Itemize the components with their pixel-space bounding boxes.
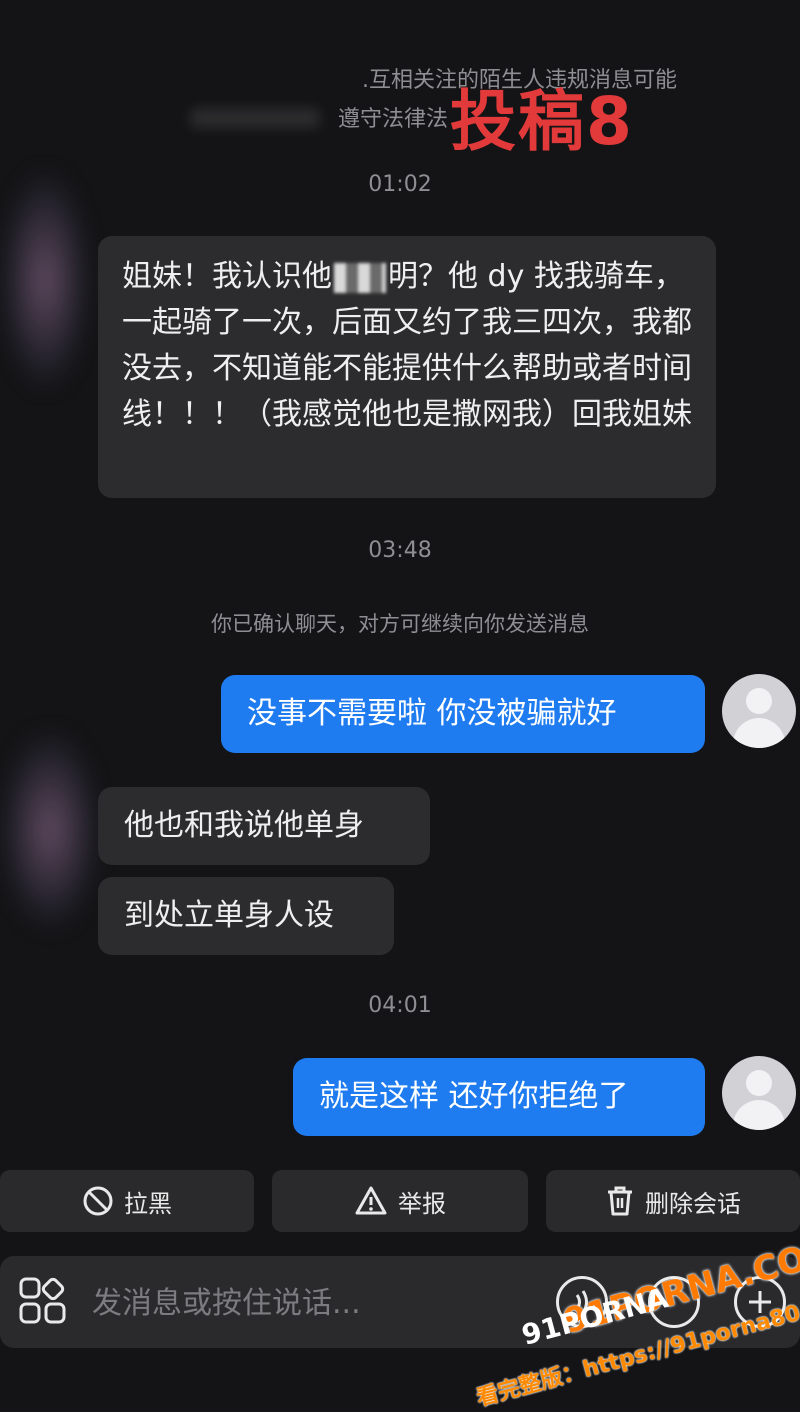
avatar-body-shape [733,1100,785,1130]
avatar-head-shape [746,1070,772,1096]
incoming-message-bubble[interactable]: 他也和我说他单身 [98,787,430,865]
avatar-body-shape [733,718,785,748]
apps-grid-icon[interactable] [18,1276,68,1330]
block-button[interactable]: 拉黑 [0,1170,254,1232]
outgoing-message-bubble[interactable]: 没事不需要啦 你没被骗就好 [221,675,705,753]
blurred-notice-fragment [190,108,320,128]
message-text: 到处立单身人设 [124,898,334,933]
delete-conversation-label: 删除会话 [645,1189,741,1218]
timestamp: 04:01 [368,993,432,1018]
block-icon [83,1186,113,1216]
trash-icon [608,1186,632,1216]
notice-text-line2: 遵守法律法 [338,107,449,132]
timestamp: 03:48 [368,538,432,563]
message-text: 没事不需要啦 你没被骗就好 [247,696,617,731]
message-text: 就是这样 还好你拒绝了 [319,1079,629,1114]
avatar-head-shape [746,688,772,714]
submission-stamp: 投稿8 [450,83,634,160]
message-input[interactable]: 发消息或按住说话... [92,1278,361,1322]
incoming-message-bubble[interactable]: 到处立单身人设 [98,877,394,955]
blurred-avatar [0,170,90,390]
user-avatar[interactable] [722,674,796,748]
warning-icon [355,1186,387,1215]
user-avatar[interactable] [722,1056,796,1130]
redaction-mosaic [334,262,386,293]
delete-conversation-button[interactable]: 删除会话 [546,1170,800,1232]
report-label: 举报 [398,1189,446,1218]
system-message: 你已确认聊天，对方可继续向你发送消息 [211,612,589,636]
timestamp: 01:02 [368,172,432,197]
outgoing-message-bubble[interactable]: 就是这样 还好你拒绝了 [293,1058,705,1136]
block-label: 拉黑 [124,1189,172,1218]
message-text: 他也和我说他单身 [124,808,364,843]
report-button[interactable]: 举报 [272,1170,528,1232]
message-text: 姐妹！我认识他 [122,259,332,294]
blurred-avatar [0,730,100,930]
incoming-message-bubble[interactable]: 姐妹！我认识他 明？他 dy 找我骑车，一起骑了一次，后面又约了我三四次，我都没去… [98,236,716,498]
